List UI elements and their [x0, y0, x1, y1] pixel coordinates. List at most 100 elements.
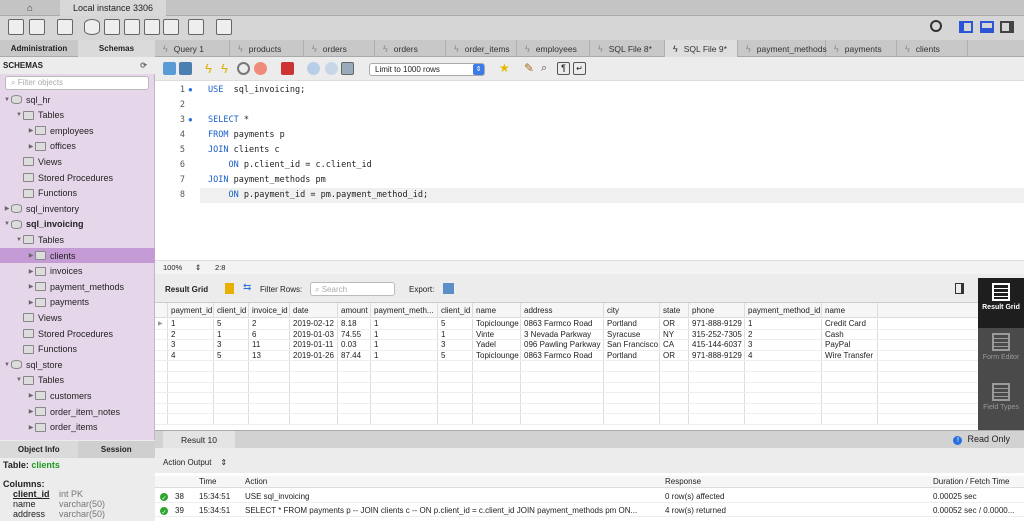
tree-item-db[interactable]: ▼ sql_invoicing [0, 217, 155, 232]
table-cell[interactable] [822, 382, 878, 393]
table-cell[interactable] [822, 372, 878, 382]
table-cell[interactable] [473, 393, 521, 403]
result-grid[interactable]: payment_id client_id invoice_id date amount p… [155, 302, 978, 430]
tree-item-db[interactable]: ▼ sql_store [0, 357, 155, 372]
table-cell[interactable]: 2 [168, 329, 214, 340]
column-header[interactable]: state [660, 303, 689, 317]
reconnect-icon[interactable] [216, 19, 232, 35]
table-cell[interactable]: 971-888-9129 [689, 319, 745, 329]
column-header[interactable]: invoice_id [249, 303, 290, 317]
table-cell[interactable] [745, 403, 822, 414]
query-tab[interactable]: ϟ clients [897, 40, 968, 57]
rollback-icon[interactable] [325, 62, 338, 75]
table-cell[interactable] [214, 414, 249, 424]
table-cell[interactable] [689, 403, 745, 414]
table-cell[interactable] [473, 414, 521, 424]
table-row[interactable] [155, 414, 978, 425]
table-cell[interactable]: 3 [745, 340, 822, 350]
collapsed-arrow-icon[interactable]: ▶ [27, 143, 35, 150]
table-cell[interactable]: San Francisco [604, 340, 660, 350]
toggle-secondary-sidebar-icon[interactable] [1000, 21, 1014, 33]
collapsed-arrow-icon[interactable]: ▶ [27, 408, 35, 415]
stop-on-error-icon[interactable] [281, 62, 294, 75]
table-cell[interactable]: Cash [822, 329, 878, 340]
table-cell[interactable] [745, 372, 822, 382]
export-icon[interactable] [443, 283, 454, 294]
table-cell[interactable] [660, 382, 689, 393]
collapsed-arrow-icon[interactable]: ▶ [27, 283, 35, 290]
create-schema-icon[interactable] [84, 19, 100, 35]
table-cell[interactable] [214, 361, 249, 371]
column-header[interactable]: payment_meth... [371, 303, 438, 317]
column-header[interactable]: date [290, 303, 338, 317]
table-cell[interactable] [249, 403, 290, 414]
table-cell[interactable]: Topiclounge [473, 319, 521, 329]
table-cell[interactable] [290, 382, 338, 393]
table-cell[interactable]: 1 [371, 340, 438, 350]
table-cell[interactable] [521, 414, 604, 424]
action-output-select[interactable]: Action Output ⇕ [163, 458, 227, 467]
tree-item-folder[interactable]: Functions [0, 342, 155, 357]
log-row[interactable]: ✓ 39 15:34:51 SELECT * FROM payments p -- J… [155, 505, 1024, 517]
query-tab[interactable]: ϟ SQL File 8* [590, 40, 665, 57]
beautify-icon[interactable]: ✎ [524, 62, 537, 75]
new-sql-tab-icon[interactable] [8, 19, 24, 35]
table-cell[interactable]: 1 [214, 329, 249, 340]
table-cell[interactable] [521, 361, 604, 371]
table-row[interactable] [155, 382, 978, 394]
table-cell[interactable] [338, 414, 371, 424]
table-cell[interactable]: 74.55 [338, 329, 371, 340]
table-row[interactable]: ▶ 1 5 2 2019-02-12 8.18 1 5 Topiclounge 0863 Farm… [155, 319, 978, 330]
table-cell[interactable] [371, 414, 438, 424]
table-cell[interactable] [249, 414, 290, 424]
table-cell[interactable]: 4 [168, 350, 214, 361]
table-cell[interactable]: 0.03 [338, 340, 371, 350]
row-selector[interactable] [155, 382, 168, 393]
table-cell[interactable] [168, 403, 214, 414]
table-cell[interactable]: PayPal [822, 340, 878, 350]
column-header[interactable]: name [822, 303, 878, 317]
expanded-arrow-icon[interactable]: ▼ [3, 362, 11, 368]
table-cell[interactable]: 096 Pawling Parkway [521, 340, 604, 350]
table-cell[interactable] [473, 361, 521, 371]
table-cell[interactable] [214, 382, 249, 393]
table-cell[interactable]: 5 [438, 350, 473, 361]
table-cell[interactable]: CA [660, 340, 689, 350]
table-cell[interactable]: 5 [214, 319, 249, 329]
table-cell[interactable] [604, 372, 660, 382]
table-cell[interactable] [290, 414, 338, 424]
zoom-stepper-icon[interactable]: ⇕ [195, 263, 201, 272]
commit-icon[interactable] [307, 62, 320, 75]
table-cell[interactable] [338, 361, 371, 371]
table-cell[interactable] [660, 361, 689, 371]
filter-rows-input[interactable]: ⌕ Search [310, 282, 395, 296]
column-header[interactable]: name [473, 303, 521, 317]
table-cell[interactable]: Portland [604, 319, 660, 329]
tree-item-db[interactable]: ▼ sql_hr [0, 92, 155, 107]
query-tab[interactable]: ϟ payments [826, 40, 897, 57]
tree-item-table[interactable]: ▶ invoices [0, 264, 155, 279]
column-header[interactable]: client_id [214, 303, 249, 317]
table-cell[interactable]: 87.44 [338, 350, 371, 361]
table-cell[interactable] [604, 382, 660, 393]
table-cell[interactable] [660, 414, 689, 424]
table-cell[interactable]: 1 [371, 350, 438, 361]
table-cell[interactable]: 5 [438, 319, 473, 329]
table-cell[interactable]: OR [660, 350, 689, 361]
table-row[interactable]: 2 1 6 2019-01-03 74.55 1 1 Vinte 3 Nevada Parkwa… [155, 329, 978, 341]
table-cell[interactable] [249, 361, 290, 371]
table-cell[interactable] [745, 393, 822, 403]
table-cell[interactable] [689, 361, 745, 371]
explain-icon[interactable] [237, 62, 250, 75]
table-cell[interactable] [473, 372, 521, 382]
table-cell[interactable] [290, 361, 338, 371]
query-tab[interactable]: ϟ employees [517, 40, 590, 57]
query-tab[interactable]: ϟ Query 1 [155, 40, 230, 57]
table-cell[interactable] [689, 372, 745, 382]
create-procedure-icon[interactable] [144, 19, 160, 35]
table-cell[interactable]: Credit Card [822, 319, 878, 329]
table-cell[interactable]: 5 [214, 350, 249, 361]
row-selector[interactable]: ▶ [155, 319, 168, 329]
tab-session[interactable]: Session [78, 441, 156, 458]
expanded-arrow-icon[interactable]: ▼ [15, 377, 23, 383]
